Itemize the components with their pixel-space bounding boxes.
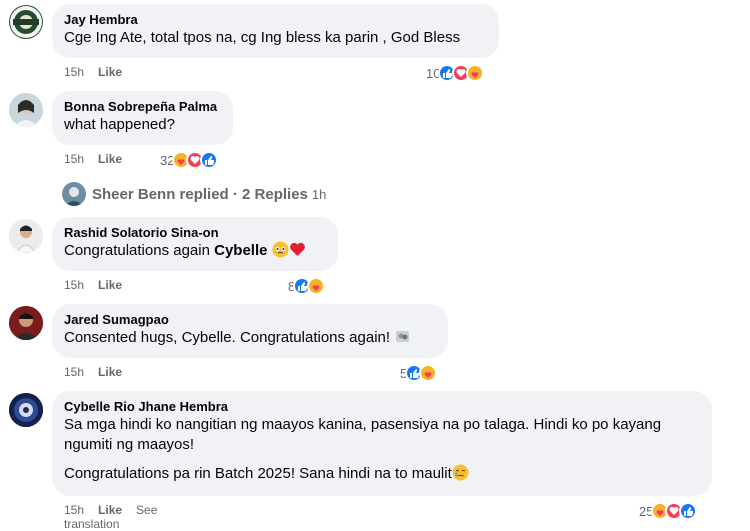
comment-bubble: Cybelle Rio Jhane Hembra Sa mga hindi ko… [52,391,712,496]
comment-text: what happened? [64,116,175,133]
like-button[interactable]: Like [98,65,122,79]
reaction-summary[interactable]: 25 [639,502,698,520]
person-avatar-icon [9,306,43,340]
reply-avatar-icon [62,182,86,206]
mentioned-name[interactable]: Cybelle [214,242,267,259]
like-react-icon [200,151,219,169]
comment-meta: 15h Like [64,278,136,292]
comment-time[interactable]: 15h [64,365,84,379]
tearful-emoji-icon [452,464,469,481]
comment-text-main: Congratulations again [64,242,215,259]
like-button[interactable]: Like [98,365,122,379]
comment-text-main: Consented hugs, Cybelle. Congratulations… [64,329,391,346]
comment-meta: 15h Like [64,152,136,166]
avatar[interactable] [9,219,43,253]
red-heart-icon [289,242,305,256]
comment-meta: 15h Like [64,365,136,379]
care-react-icon [419,364,438,382]
comment-author[interactable]: Jared Sumagpao [64,312,436,328]
reaction-summary[interactable]: 10 [426,64,485,82]
replies-text: Sheer Benn replied · 2 Replies [92,185,308,203]
reaction-summary[interactable]: 5 [400,364,438,382]
comment-time[interactable]: 15h [64,278,84,292]
avatar[interactable] [9,393,43,427]
comment-text: Consented hugs, Cybelle. Congratulations… [64,328,436,348]
comment-text-paragraph-2: Congratulations pa rin Batch 2025! Sana … [64,464,700,484]
school-logo-icon [10,6,42,38]
comment-author[interactable]: Cybelle Rio Jhane Hembra [64,399,700,415]
hug-sticker-icon [396,331,410,342]
comment-time[interactable]: 15h [64,65,84,79]
like-button[interactable]: Like [98,278,122,292]
like-button[interactable]: Like [98,503,122,517]
comment-author[interactable]: Jay Hembra [64,12,487,28]
reaction-summary[interactable]: 8 [288,277,326,295]
comment-text-paragraph-1: Sa mga hindi ko nangitian ng maayos kani… [64,416,662,453]
avatar[interactable] [9,93,43,127]
care-react-icon [307,277,326,295]
comment-bubble: Rashid Solatorio Sina-on Congratulations… [52,217,338,271]
school-logo-icon [9,393,43,427]
comment-time[interactable]: 15h [64,503,84,517]
pleading-emoji-icon [272,241,289,258]
person-avatar-icon [9,219,43,253]
view-replies-link[interactable]: Sheer Benn replied · 2 Replies 1h [62,182,326,206]
comment-time[interactable]: 15h [64,152,84,166]
comment-text: Congratulations again Cybelle [64,241,326,261]
avatar [62,182,86,206]
reaction-summary[interactable]: 32 [160,151,219,169]
comment-author[interactable]: Bonna Sobrepeña Palma [64,99,221,115]
comment-text-main: Congratulations pa rin Batch 2025! Sana … [64,465,452,482]
comment-bubble: Bonna Sobrepeña Palma what happened? [52,91,233,145]
comment-bubble: Jared Sumagpao Consented hugs, Cybelle. … [52,304,448,358]
avatar[interactable] [9,5,43,39]
comment-bubble: Jay Hembra Cge Ing Ate, total tpos na, c… [52,4,499,58]
person-avatar-icon [9,93,43,127]
like-button[interactable]: Like [98,152,122,166]
care-react-icon [466,64,485,82]
avatar[interactable] [9,306,43,340]
replies-time: 1h [311,186,327,202]
comment-meta: 15h Like [64,65,136,79]
like-react-icon [679,502,698,520]
comment-text: Cge Ing Ate, total tpos na, cg Ing bless… [64,29,461,46]
comment-author[interactable]: Rashid Solatorio Sina-on [64,225,326,241]
